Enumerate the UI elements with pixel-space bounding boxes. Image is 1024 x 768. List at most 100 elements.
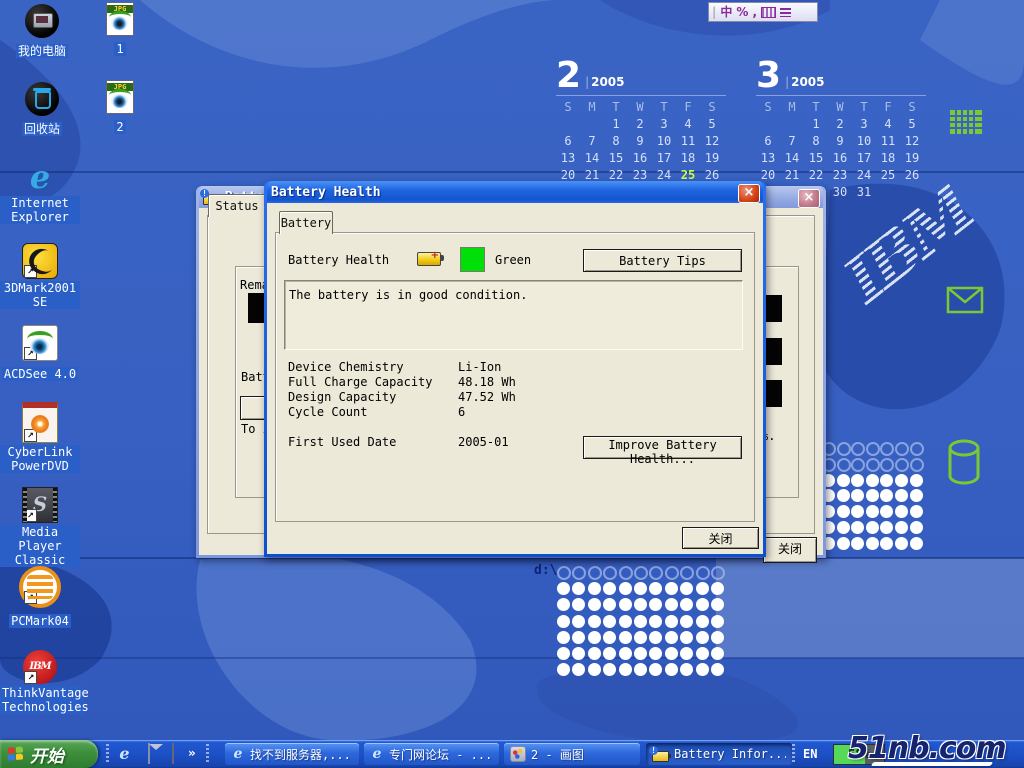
- wallpaper-dot: [851, 521, 864, 534]
- calendar-day: [780, 117, 804, 131]
- wallpaper-dot: [837, 442, 851, 456]
- desktop-icon-label: Internet Explorer: [0, 196, 80, 224]
- wallpaper-dot: [837, 458, 851, 472]
- wallpaper-dot: [649, 663, 662, 676]
- calendar-day: 4: [676, 117, 700, 131]
- calendar-day: 12: [700, 134, 724, 148]
- start-button[interactable]: 开始: [0, 740, 98, 768]
- envelope-icon: [948, 288, 982, 312]
- quicklaunch-show-desktop-icon[interactable]: [164, 745, 181, 762]
- desktop-icon-computer[interactable]: 我的电脑: [2, 4, 82, 59]
- tray-battery-meter[interactable]: 58%: [833, 744, 885, 765]
- calendar-day: 20: [556, 168, 580, 182]
- tray-handle: [792, 744, 795, 764]
- battery-health-titlebar[interactable]: Battery Health ×: [267, 181, 763, 203]
- calendar-day: 18: [876, 151, 900, 165]
- calendar-day: [756, 117, 780, 131]
- taskbar-task-1[interactable]: e找不到服务器,...: [225, 743, 359, 765]
- wallpaper-dot: [665, 566, 679, 580]
- desktop-icon-ie[interactable]: eInternet Explorer: [0, 160, 80, 225]
- wallpaper-dot: [880, 458, 894, 472]
- wallpaper-dot: [634, 598, 647, 611]
- recycle-icon: [25, 82, 59, 116]
- calendar-day-header: F: [876, 100, 900, 114]
- shortcut-arrow-icon: ↗: [24, 509, 37, 522]
- calendar-day: 6: [556, 134, 580, 148]
- wallpaper-dot: [880, 537, 893, 550]
- wallpaper-dot: [837, 537, 850, 550]
- desktop-icon-pcmark[interactable]: ↗PCMark04: [0, 566, 80, 629]
- ime-options-menu-icon[interactable]: [780, 8, 791, 17]
- quicklaunch-overflow-chevron[interactable]: »: [188, 745, 196, 762]
- wallpaper-dot: [910, 521, 923, 534]
- quicklaunch-mail-icon[interactable]: [140, 745, 157, 762]
- close-button-dialog[interactable]: 关闭: [682, 527, 759, 549]
- taskbar-task-4[interactable]: Battery Infor...: [646, 743, 792, 765]
- wallpaper-dot: [634, 566, 648, 580]
- shortcut-arrow-icon: ↗: [24, 429, 37, 442]
- wallpaper-dot: [895, 521, 908, 534]
- wallpaper-dot: [665, 598, 678, 611]
- wallpaper-dot: [895, 537, 908, 550]
- taskbar-task-2[interactable]: e专门网论坛 - ...: [364, 743, 499, 765]
- wallpaper-dot: [557, 615, 570, 628]
- calendar-day: 17: [652, 151, 676, 165]
- wallpaper-dot: [572, 598, 585, 611]
- wallpaper-dot: [895, 458, 909, 472]
- calendar-day: 21: [780, 168, 804, 182]
- ime-input-mode[interactable]: 中: [720, 4, 732, 20]
- desktop-icon-mark3d[interactable]: ↗3DMark2001 SE: [0, 243, 80, 310]
- ime-drag-handle[interactable]: |: [712, 4, 716, 20]
- mark3d-icon: ↗: [22, 243, 58, 279]
- wallpaper-dot: [680, 598, 693, 611]
- calendar-day: [900, 185, 924, 199]
- wallpaper-dot: [696, 566, 710, 580]
- ime-fullwidth-toggle-icon[interactable]: %: [736, 4, 748, 20]
- wallpaper-dot: [572, 615, 585, 628]
- wallpaper-dot: [837, 521, 850, 534]
- wallpaper-dot: [851, 505, 864, 518]
- calendar-day: 7: [580, 134, 604, 148]
- close-button-bg-window[interactable]: 关闭: [763, 537, 817, 563]
- quicklaunch-ie-icon[interactable]: e: [116, 745, 133, 762]
- taskband-handle[interactable]: [206, 744, 209, 764]
- wallpaper-dot: [851, 489, 864, 502]
- calendar-day: 19: [700, 151, 724, 165]
- battery-health-title: Battery Health: [271, 185, 381, 200]
- task-label: 专门网论坛 - ...: [389, 746, 492, 763]
- wallpaper-dot: [680, 647, 693, 660]
- ime-soft-keyboard-icon[interactable]: [761, 7, 776, 18]
- wallpaper-dot: [634, 631, 647, 644]
- ime-punctuation-icon[interactable]: ,: [752, 4, 757, 20]
- desktop-icon-mpc[interactable]: S↗Media Player Classic: [0, 487, 80, 568]
- desktop-icon-label: 2: [114, 120, 125, 134]
- close-icon[interactable]: ×: [738, 184, 760, 203]
- tvt-icon: IBM↗: [23, 650, 57, 684]
- shortcut-arrow-icon: ↗: [24, 591, 37, 604]
- desktop-icon-recycle[interactable]: 回收站: [2, 82, 82, 137]
- jpg-badge: JPG: [107, 83, 133, 91]
- windows-logo-icon: [8, 746, 24, 762]
- desktop-icon-dvd[interactable]: ↗CyberLink PowerDVD: [0, 402, 80, 474]
- tab-status[interactable]: Status: [208, 194, 266, 217]
- wallpaper-dot: [910, 505, 923, 518]
- calendar-day-header: S: [900, 100, 924, 114]
- calendar-day: 14: [580, 151, 604, 165]
- tab-battery[interactable]: Battery: [279, 211, 333, 234]
- calendar-day: 19: [900, 151, 924, 165]
- wallpaper-dot: [588, 647, 601, 660]
- calendar-day: 30: [828, 185, 852, 199]
- language-indicator[interactable]: EN: [803, 745, 817, 763]
- desktop-icon-jpg-2[interactable]: JPG 2: [80, 80, 160, 135]
- wallpaper-dot: [557, 566, 571, 580]
- quicklaunch-handle[interactable]: [106, 744, 109, 764]
- calendar-day: 8: [804, 134, 828, 148]
- desktop-icon-acdsee[interactable]: ↗ACDSee 4.0: [0, 325, 80, 382]
- wallpaper-dot: [665, 631, 678, 644]
- calendar-day-header: W: [628, 100, 652, 114]
- close-icon[interactable]: ×: [798, 189, 820, 208]
- desktop-icon-tvt[interactable]: IBM↗ThinkVantage Technologies: [0, 650, 80, 715]
- wallpaper-dot: [665, 582, 678, 595]
- taskbar-task-3[interactable]: 2 - 画图: [504, 743, 640, 765]
- desktop-icon-jpg-1[interactable]: JPG1: [80, 2, 160, 57]
